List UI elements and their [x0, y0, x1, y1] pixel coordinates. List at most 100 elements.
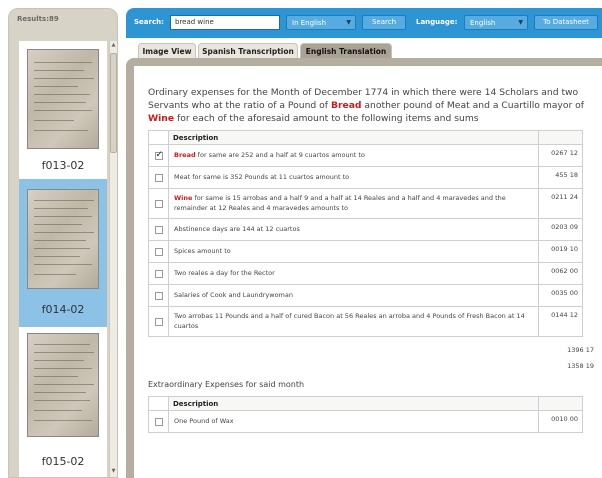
row-amount: 0019 10: [538, 240, 583, 263]
row-text: Salaries of Cook and Laundrywoman: [174, 290, 293, 299]
row-description: Two arrobas 11 Pounds and a half of cure…: [168, 306, 539, 337]
row-description: Salaries of Cook and Laundrywoman: [168, 284, 539, 307]
search-scope-select[interactable]: In English ▼: [286, 15, 356, 30]
row-checkbox[interactable]: ✓: [154, 149, 164, 160]
chevron-down-icon: ▼: [518, 19, 523, 26]
row-amount: 0203 09: [538, 218, 583, 241]
manuscript-thumbnail[interactable]: [27, 49, 99, 149]
scroll-down-icon[interactable]: ▼: [110, 467, 117, 475]
search-input[interactable]: bread wine: [170, 15, 280, 30]
amount-column-header: [538, 396, 583, 411]
table-row: Meat for same is 352 Pounds at 11 cuarto…: [148, 166, 583, 189]
checkbox-column-header: [148, 130, 169, 145]
row-description: Two reales a day for the Rector: [168, 262, 539, 285]
thumbnail-item[interactable]: f015-02: [19, 327, 107, 477]
heading-text: another pound of Meat and a Cuartillo ma…: [361, 100, 585, 111]
row-checkbox-cell: [148, 306, 169, 337]
to-datasheet-button[interactable]: To Datasheet: [534, 15, 598, 30]
thumbnail-item-selected[interactable]: f014-02: [19, 179, 107, 327]
row-text: for same is 15 arrobas and a half 9 and …: [174, 194, 506, 212]
row-checkbox[interactable]: [154, 317, 163, 326]
scroll-up-icon[interactable]: ▲: [110, 41, 117, 49]
manuscript-thumbnail[interactable]: [27, 333, 99, 437]
row-text: Spices amount to: [174, 246, 231, 255]
row-text: Abstinence days are 144 at 12 cuartos: [174, 224, 300, 233]
checkmark-icon: ✓: [155, 149, 164, 160]
checkbox-column-header: [148, 396, 169, 411]
chevron-down-icon: ▼: [346, 19, 351, 26]
row-amount: 0267 12: [538, 144, 583, 167]
table-row: One Pound of Wax 0010 00: [148, 410, 583, 433]
row-amount: 0035 00: [538, 284, 583, 307]
ordinary-expenses-table: Description ✓ Bread for same are 252 and…: [148, 130, 583, 337]
results-count: Results:89: [17, 15, 59, 23]
document-heading: Ordinary expenses for the Month of Decem…: [148, 86, 598, 125]
keyword-highlight: Bread: [330, 100, 362, 111]
scroll-thumb[interactable]: [110, 53, 117, 153]
table-row: Wine for same is 15 arrobas and a half 9…: [148, 188, 583, 219]
row-description: Wine for same is 15 arrobas and a half 9…: [168, 188, 539, 219]
row-amount: 0010 00: [538, 410, 583, 433]
search-scope-value: In English: [292, 19, 327, 27]
row-checkbox-cell: ✓: [148, 144, 169, 167]
total-amount: 1358 19: [567, 362, 594, 370]
description-column-header: Description: [168, 396, 539, 411]
extraordinary-expenses-table: Description One Pound of Wax 0010 00: [148, 396, 583, 433]
content-frame: Ordinary expenses for the Month of Decem…: [126, 58, 602, 478]
row-checkbox[interactable]: [154, 225, 163, 234]
search-button[interactable]: Search: [362, 15, 406, 30]
row-amount: 0211 24: [538, 188, 583, 219]
table-row: Abstinence days are 144 at 12 cuartos 02…: [148, 218, 583, 241]
keyword-highlight: Wine: [174, 194, 193, 202]
row-checkbox-cell: [148, 166, 169, 189]
thumbnail-caption: f014-02: [41, 303, 85, 316]
table-row: ✓ Bread for same are 252 and a half at 9…: [148, 144, 583, 167]
heading-text: for each of the aforesaid amount to the …: [174, 113, 479, 124]
row-text: Two arrobas 11 Pounds and a half of cure…: [174, 312, 525, 330]
row-text: One Pound of Wax: [174, 416, 234, 425]
subtotal-amount: 1396 17: [567, 346, 594, 354]
language-label: Language:: [416, 18, 458, 26]
manuscript-thumbnail[interactable]: [27, 189, 99, 289]
row-text: for same are 252 and a half at 9 cuartos…: [195, 150, 365, 159]
row-checkbox-cell: [148, 284, 169, 307]
row-checkbox-cell: [148, 218, 169, 241]
row-checkbox-cell: [148, 188, 169, 219]
app-window: Results:89 f013-02 f014-02 f015-02 ▲ ▼ S…: [0, 0, 602, 478]
row-checkbox[interactable]: [154, 199, 163, 208]
description-column-header: Description: [168, 130, 539, 145]
table-row: Two reales a day for the Rector 0062 00: [148, 262, 583, 285]
sidebar-scrollbar[interactable]: ▲ ▼: [109, 41, 117, 477]
row-description: Meat for same is 352 Pounds at 11 cuarto…: [168, 166, 539, 189]
thumbnail-item[interactable]: f013-02: [19, 41, 107, 179]
thumbnail-caption: f013-02: [41, 159, 85, 172]
view-tabs: Image View Spanish Transcription English…: [126, 40, 602, 60]
table-row: Spices amount to 0019 10: [148, 240, 583, 263]
translation-panel: Ordinary expenses for the Month of Decem…: [134, 66, 602, 478]
language-select[interactable]: English ▼: [464, 15, 528, 30]
row-checkbox[interactable]: [154, 291, 163, 300]
thumbnail-caption: f015-02: [41, 455, 85, 468]
thumbnail-list[interactable]: f013-02 f014-02 f015-02: [19, 41, 107, 477]
row-text: Two reales a day for the Rector: [174, 268, 275, 277]
row-amount: 455 18: [538, 166, 583, 189]
table-row: Two arrobas 11 Pounds and a half of cure…: [148, 306, 583, 337]
row-checkbox-cell: [148, 240, 169, 263]
row-checkbox[interactable]: [154, 173, 163, 182]
row-description: One Pound of Wax: [168, 410, 539, 433]
row-amount: 0144 12: [538, 306, 583, 337]
row-description: Bread for same are 252 and a half at 9 c…: [168, 144, 539, 167]
table-row: Salaries of Cook and Laundrywoman 0035 0…: [148, 284, 583, 307]
row-amount: 0062 00: [538, 262, 583, 285]
search-toolbar: Search: bread wine In English ▼ Search L…: [126, 8, 602, 38]
row-description: Abstinence days are 144 at 12 cuartos: [168, 218, 539, 241]
row-description: Spices amount to: [168, 240, 539, 263]
row-checkbox[interactable]: [154, 269, 163, 278]
row-checkbox[interactable]: [154, 247, 163, 256]
row-checkbox-cell: [148, 410, 169, 433]
row-checkbox[interactable]: [154, 417, 163, 426]
results-sidebar: Results:89 f013-02 f014-02 f015-02 ▲ ▼: [8, 8, 118, 478]
language-value: English: [470, 19, 496, 27]
keyword-highlight: Wine: [148, 113, 175, 124]
extraordinary-section-title: Extraordinary Expenses for said month: [148, 380, 305, 389]
